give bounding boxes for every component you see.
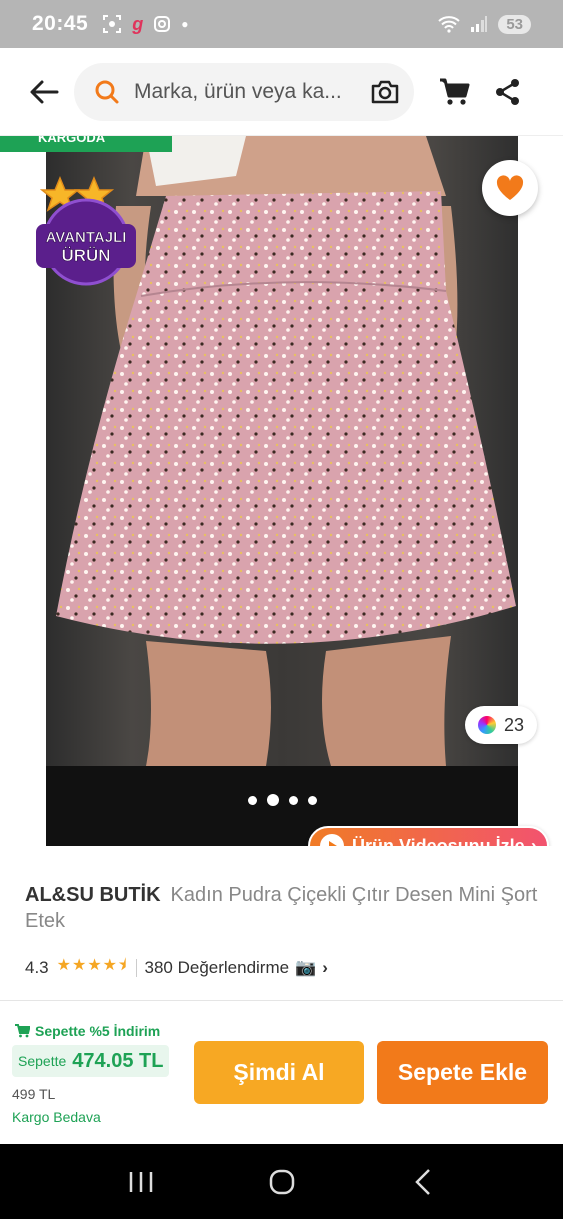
recent-apps-button[interactable] xyxy=(111,1157,171,1207)
screenshot-icon xyxy=(103,15,122,33)
home-icon xyxy=(269,1169,294,1194)
product-image-gallery[interactable]: KARGODA AVANTAJLI ÜRÜN 23 Ürün Videosunu… xyxy=(0,136,563,866)
advantage-badge-line2: ÜRÜN xyxy=(61,246,110,265)
advantage-badge-line1: AVANTAJLI xyxy=(46,229,127,246)
carousel-dot-active[interactable] xyxy=(266,794,279,806)
free-shipping-label: Kargo Bedava xyxy=(12,1109,101,1125)
cart-icon xyxy=(440,78,470,105)
app-g-icon: g xyxy=(132,13,144,34)
reviews-link[interactable]: 380 Değerlendirme xyxy=(145,958,290,978)
original-price: 499 TL xyxy=(12,1086,56,1102)
cart-button[interactable] xyxy=(438,77,470,107)
carousel-dot[interactable] xyxy=(288,795,298,805)
home-button[interactable] xyxy=(252,1157,312,1207)
back-nav-button[interactable] xyxy=(393,1157,453,1207)
advantage-badge: AVANTAJLI ÜRÜN xyxy=(34,176,138,286)
camera-icon xyxy=(371,80,399,103)
gallery-icon xyxy=(477,716,496,734)
share-button[interactable] xyxy=(494,78,522,106)
chevron-right-icon: › xyxy=(322,957,328,977)
share-icon xyxy=(496,78,519,105)
rating-stars-icon: ★★★★⯨ xyxy=(56,957,128,974)
status-time: 20:45 xyxy=(32,12,89,35)
battery-icon: 53 xyxy=(498,14,531,34)
search-bar[interactable] xyxy=(74,62,414,121)
divider xyxy=(135,958,137,977)
search-input[interactable] xyxy=(134,79,344,104)
carousel-dot[interactable] xyxy=(247,795,257,805)
buy-now-button[interactable]: Şimdi Al xyxy=(194,1041,364,1104)
cart-small-icon xyxy=(15,1024,30,1038)
status-notification-icons: g ● xyxy=(102,14,188,35)
carousel-indicator xyxy=(46,794,518,806)
rating-value: 4.3 xyxy=(25,957,49,977)
favorite-button[interactable] xyxy=(482,160,538,216)
back-button[interactable] xyxy=(14,62,74,122)
search-icon xyxy=(95,80,119,103)
top-header xyxy=(0,48,563,136)
heart-icon xyxy=(496,175,524,200)
camera-search-button[interactable] xyxy=(370,79,400,105)
photo-count-badge[interactable]: 23 xyxy=(465,706,537,744)
purchase-bar: Sepette %5 İndirim Sepette 474.05 TL 499… xyxy=(0,1000,563,1144)
back-arrow-icon xyxy=(30,80,59,103)
basket-price: 474.05 TL xyxy=(72,1049,164,1072)
add-to-cart-button[interactable]: Sepete Ekle xyxy=(377,1041,548,1104)
product-title: AL&SU BUTİK Kadın Pudra Çiçekli Çıtır Des… xyxy=(25,882,545,934)
product-brand[interactable]: AL&SU BUTİK xyxy=(25,884,161,906)
recent-apps-icon xyxy=(129,1171,152,1192)
camera-review-icon: 📷 xyxy=(295,957,317,977)
status-system-icons: 53 xyxy=(438,14,531,34)
status-bar: 20:45 g ● 53 xyxy=(0,0,563,48)
back-icon xyxy=(414,1168,430,1195)
product-info: AL&SU BUTİK Kadın Pudra Çiçekli Çıtır Des… xyxy=(0,846,563,1000)
dot-icon: ● xyxy=(181,17,189,31)
signal-icon xyxy=(471,16,488,32)
basket-price-box: Sepette 474.05 TL xyxy=(12,1045,170,1077)
system-nav-bar xyxy=(0,1144,563,1219)
basket-price-label: Sepette xyxy=(18,1053,67,1069)
wifi-icon xyxy=(438,16,460,33)
instagram-icon xyxy=(154,16,171,32)
discount-note-text: Sepette %5 İndirim xyxy=(35,1023,161,1039)
basket-discount-note: Sepette %5 İndirim xyxy=(14,1023,160,1039)
shipping-badge: KARGODA xyxy=(0,136,172,152)
photo-count: 23 xyxy=(503,714,525,735)
carousel-dot[interactable] xyxy=(307,795,317,805)
rating-row[interactable]: 4.3 ★★★★⯨ 380 Değerlendirme 📷 › xyxy=(25,954,328,981)
